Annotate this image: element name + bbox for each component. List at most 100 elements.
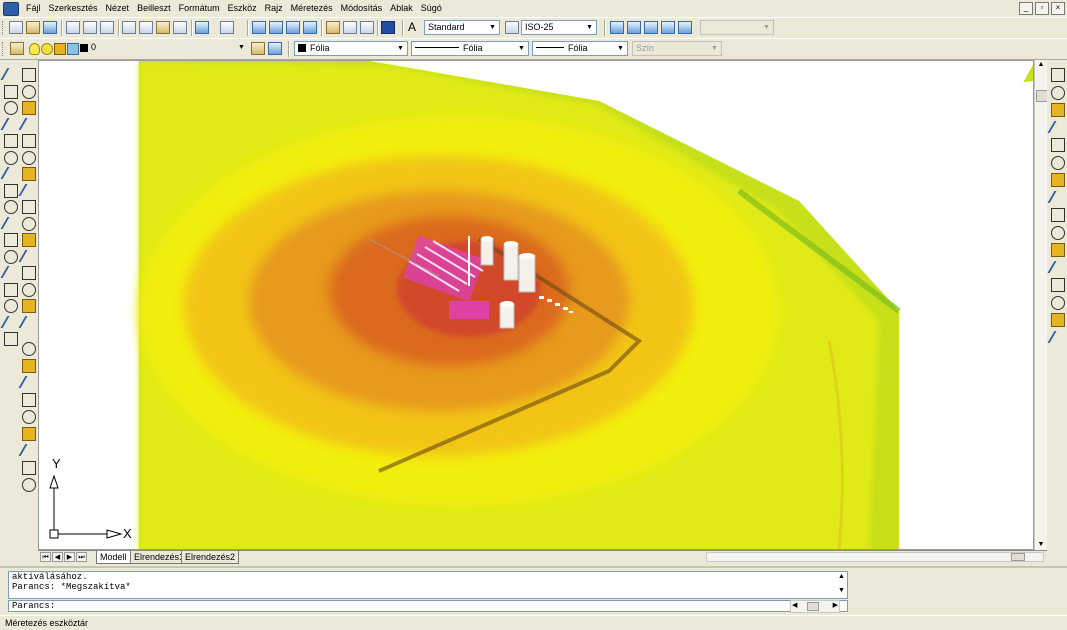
first-tab-icon[interactable]: ⏮ [40, 552, 51, 562]
construction-line-icon[interactable] [4, 84, 18, 99]
viewport-scale-icon[interactable] [678, 21, 692, 34]
command-input[interactable]: Parancs: [8, 600, 848, 612]
trim-icon[interactable] [22, 216, 36, 231]
scroll-up-icon[interactable]: ▲ [1036, 60, 1046, 70]
new-file-icon[interactable] [9, 21, 23, 34]
insert-block-icon[interactable] [4, 249, 18, 264]
rotate-icon[interactable] [22, 167, 36, 181]
make-block-icon[interactable] [0, 266, 22, 278]
copy-object-icon[interactable] [22, 84, 36, 99]
undo-icon[interactable] [195, 21, 209, 34]
scroll-down-icon[interactable]: ▼ [1036, 540, 1046, 550]
print-icon[interactable] [66, 21, 80, 34]
baseline-dim-icon[interactable] [1047, 190, 1067, 203]
open-file-icon[interactable] [26, 21, 40, 34]
ellipse-icon[interactable] [0, 216, 22, 229]
image-icon[interactable] [22, 478, 36, 492]
toolbar-grip[interactable] [2, 21, 6, 35]
minimize-icon[interactable]: _ [1019, 2, 1033, 15]
mirror-icon[interactable] [22, 101, 36, 115]
lineweight-combo[interactable]: Fólia ▼ [532, 41, 628, 56]
drawing-area[interactable]: Y X [38, 60, 1034, 550]
ordinate-dim-icon[interactable] [1051, 103, 1065, 117]
center-mark-icon[interactable] [1047, 260, 1067, 273]
draw-order-icon[interactable] [22, 393, 36, 407]
radius-dim-icon[interactable] [1047, 120, 1067, 133]
paste-icon[interactable] [156, 21, 170, 34]
line-icon[interactable] [0, 68, 22, 80]
publish-icon[interactable] [100, 21, 114, 34]
diameter-dim-icon[interactable] [1051, 138, 1065, 152]
linetype-combo[interactable]: Fólia ▼ [411, 41, 529, 56]
explode-icon[interactable] [18, 315, 40, 328]
cut-icon[interactable] [122, 21, 136, 34]
zoom-realtime-icon[interactable] [269, 21, 283, 34]
dim-style-icon[interactable] [1047, 330, 1067, 343]
circle-icon[interactable] [0, 167, 22, 179]
app-icon[interactable] [3, 2, 19, 16]
prev-tab-icon[interactable]: ◀ [52, 552, 63, 562]
menu-item[interactable]: Ablak [386, 2, 417, 15]
help-icon[interactable] [381, 21, 395, 34]
design-center-icon[interactable] [343, 21, 357, 34]
tab-model[interactable]: Modell [96, 551, 131, 564]
menu-item[interactable]: Eszköz [224, 2, 261, 15]
inquiry-icon[interactable] [22, 342, 36, 356]
command-h-scroll[interactable]: ◀ ▶ [790, 600, 840, 613]
arc-icon[interactable] [4, 150, 18, 165]
next-tab-icon[interactable]: ▶ [64, 552, 75, 562]
save-icon[interactable] [43, 21, 57, 34]
menu-item[interactable]: Beilleszt [133, 2, 175, 15]
scroll-right-icon[interactable]: ▶ [833, 601, 838, 609]
hatch-icon[interactable] [4, 299, 18, 313]
fillet-icon[interactable] [22, 299, 36, 313]
break-icon[interactable] [18, 249, 40, 262]
dim-text-edit-icon[interactable] [1051, 295, 1065, 310]
block-edit-icon[interactable] [22, 427, 36, 441]
zoom-previous-icon[interactable] [303, 21, 317, 34]
rectangle-icon[interactable] [4, 134, 18, 148]
text-style-combo[interactable]: Standard ▼ [424, 20, 500, 35]
toolbar-grip[interactable] [2, 42, 6, 56]
zoom-window-icon[interactable] [286, 21, 300, 34]
viewport-icon[interactable] [610, 21, 624, 34]
h-scroll-thumb[interactable] [1011, 553, 1025, 561]
restore-icon[interactable]: ▫ [1035, 2, 1049, 15]
erase-icon[interactable] [22, 68, 36, 82]
viewport-scale-combo[interactable]: ▼ [700, 20, 774, 35]
single-viewport-icon[interactable] [627, 21, 641, 34]
tab-layout2[interactable]: Elrendezés2 [181, 551, 240, 564]
color-combo[interactable]: Fólia ▼ [294, 41, 408, 56]
horizontal-scrollbar[interactable] [706, 552, 1044, 562]
scroll-up-icon[interactable]: ▲ [836, 572, 847, 582]
stretch-icon[interactable] [22, 200, 36, 214]
move-icon[interactable] [22, 150, 36, 165]
match-properties-icon[interactable] [173, 21, 187, 34]
scroll-left-icon[interactable]: ◀ [792, 601, 797, 609]
menu-item[interactable]: Módosítás [337, 2, 387, 15]
menu-item[interactable]: Rajz [261, 2, 287, 15]
distance-icon[interactable] [22, 359, 36, 373]
pan-icon[interactable] [252, 21, 266, 34]
linear-dim-icon[interactable] [1051, 68, 1065, 82]
array-icon[interactable] [22, 134, 36, 148]
xref-icon[interactable] [22, 461, 36, 475]
redo-icon[interactable] [220, 21, 234, 34]
attribute-icon[interactable] [18, 444, 40, 456]
revision-cloud-icon[interactable] [4, 183, 18, 198]
menu-item[interactable]: Súgó [417, 2, 446, 15]
aligned-dim-icon[interactable] [1051, 85, 1065, 100]
tab-layout1[interactable]: Elrendezés1 [130, 551, 189, 564]
multiline-text-icon[interactable] [4, 332, 18, 346]
chamfer-icon[interactable] [22, 282, 36, 297]
polyline-icon[interactable] [4, 101, 18, 115]
dim-update-icon[interactable] [1051, 313, 1065, 327]
last-tab-icon[interactable]: ⏭ [76, 552, 87, 562]
layer-previous-icon[interactable] [268, 42, 282, 55]
close-icon[interactable]: × [1051, 2, 1065, 15]
extend-icon[interactable] [22, 233, 36, 247]
layer-manager-icon[interactable] [10, 42, 24, 55]
plot-style-combo[interactable]: Szín ▼ [632, 41, 722, 56]
angular-dim-icon[interactable] [1051, 155, 1065, 170]
menu-item[interactable]: Nézet [102, 2, 134, 15]
